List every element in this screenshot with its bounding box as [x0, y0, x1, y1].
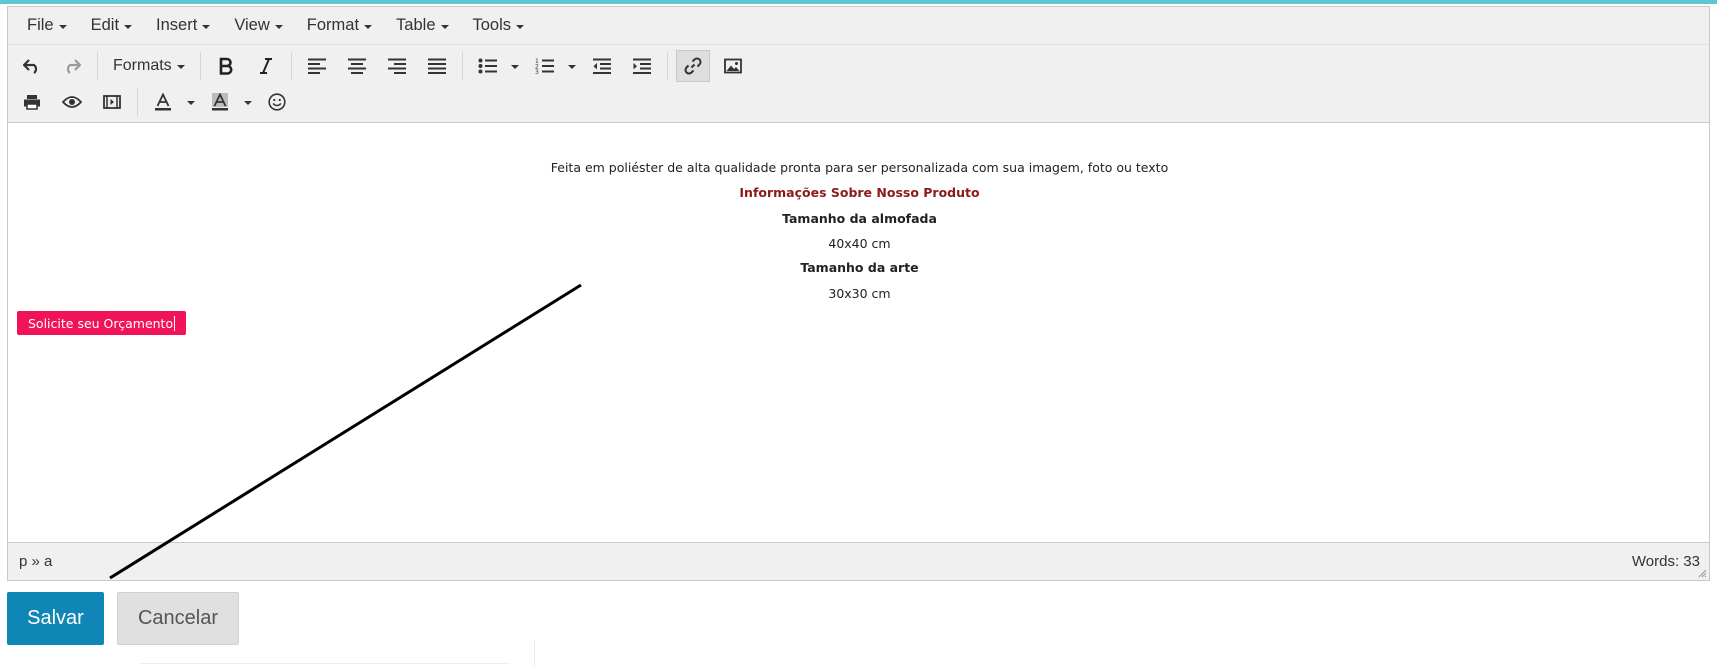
toolbar: Formats 1 2 3 — [8, 45, 1709, 123]
align-right-icon — [387, 58, 406, 74]
resize-handle-icon[interactable] — [1697, 568, 1707, 578]
toolbar-separator — [666, 52, 668, 80]
outdent-icon — [592, 58, 611, 74]
bullet-list-icon — [478, 58, 497, 74]
numbered-list-icon: 123 — [535, 58, 554, 75]
divider — [534, 640, 535, 666]
text-color-button[interactable] — [146, 86, 180, 118]
align-center-button[interactable] — [340, 50, 374, 82]
menu-tools[interactable]: Tools — [460, 16, 536, 35]
align-right-button[interactable] — [380, 50, 414, 82]
align-left-button[interactable] — [300, 50, 334, 82]
editor-content[interactable]: Feita em poliéster de alta qualidade pro… — [8, 123, 1709, 542]
caret-down-icon — [364, 24, 373, 29]
caret-down-icon — [243, 101, 252, 105]
align-justify-button[interactable] — [420, 50, 454, 82]
image-icon — [723, 58, 742, 74]
caret-down-icon — [186, 101, 195, 105]
undo-button[interactable] — [15, 50, 49, 82]
link-icon — [684, 57, 702, 75]
align-center-icon — [347, 58, 366, 74]
text-color-icon — [155, 93, 171, 111]
numbered-list-options[interactable] — [561, 50, 579, 82]
emoticons-button[interactable] — [260, 86, 294, 118]
redo-icon — [66, 59, 81, 74]
numbered-list-button[interactable]: 123 — [528, 50, 562, 82]
rich-text-editor: File Edit Insert View Format Table Tools… — [7, 6, 1710, 581]
formats-dropdown[interactable]: Formats — [103, 50, 195, 82]
cushion-size-heading: Tamanho da almofada — [782, 211, 937, 226]
cushion-size-value: 40x40 cm — [828, 236, 891, 251]
link-button[interactable] — [675, 50, 710, 82]
emoticon-icon — [268, 93, 286, 111]
toolbar-separator — [461, 52, 463, 80]
italic-icon — [259, 58, 272, 74]
toolbar-separator — [137, 88, 138, 116]
print-button[interactable] — [15, 86, 49, 118]
undo-icon — [23, 59, 38, 74]
media-button[interactable] — [95, 86, 129, 118]
toolbar-separator — [199, 52, 201, 80]
menu-file[interactable]: File — [14, 16, 78, 35]
menu-edit[interactable]: Edit — [78, 16, 143, 35]
image-button[interactable] — [716, 50, 750, 82]
caret-down-icon — [124, 24, 133, 29]
menu-table[interactable]: Table — [383, 16, 459, 35]
bullet-list-button[interactable] — [471, 50, 505, 82]
caret-down-icon — [516, 24, 525, 29]
preview-button[interactable] — [55, 86, 89, 118]
divider — [140, 663, 510, 664]
caret-down-icon — [176, 65, 185, 69]
caret-down-icon — [440, 24, 449, 29]
print-icon — [24, 95, 40, 110]
art-size-value: 30x30 cm — [828, 286, 891, 301]
text-color-options[interactable] — [179, 86, 197, 118]
caret-down-icon — [274, 24, 283, 29]
bold-button[interactable] — [209, 50, 243, 82]
italic-button[interactable] — [249, 50, 283, 82]
menu-format[interactable]: Format — [294, 16, 383, 35]
caret-down-icon — [511, 65, 520, 69]
redo-button[interactable] — [55, 50, 89, 82]
word-count: Words: 33 — [1631, 553, 1700, 570]
preview-icon — [62, 96, 82, 108]
svg-text:3: 3 — [535, 69, 539, 75]
toolbar-separator — [290, 52, 292, 80]
background-color-options[interactable] — [236, 86, 254, 118]
bold-icon — [219, 57, 233, 75]
top-accent-strip — [0, 0, 1717, 4]
text-cursor — [174, 315, 176, 331]
menu-bar: File Edit Insert View Format Table Tools — [8, 7, 1709, 45]
element-path[interactable]: p » a — [19, 553, 52, 570]
indent-icon — [632, 58, 651, 74]
outdent-button[interactable] — [585, 50, 619, 82]
toolbar-separator — [97, 52, 98, 80]
toolbar-row-2 — [8, 84, 1709, 120]
bullet-list-options[interactable] — [504, 50, 522, 82]
menu-insert[interactable]: Insert — [143, 16, 221, 35]
background-color-button[interactable] — [203, 86, 237, 118]
background-color-icon — [212, 93, 228, 111]
request-quote-link[interactable]: Solicite seu Orçamento — [17, 311, 187, 335]
cancel-button[interactable]: Cancelar — [117, 592, 239, 645]
indent-button[interactable] — [625, 50, 659, 82]
art-size-heading: Tamanho da arte — [800, 260, 919, 275]
align-left-icon — [307, 58, 326, 74]
caret-down-icon — [568, 65, 577, 69]
menu-view[interactable]: View — [221, 16, 293, 35]
save-button[interactable]: Salvar — [7, 592, 104, 645]
status-bar: p » a Words: 33 — [8, 542, 1709, 580]
toolbar-row-1: Formats 1 2 3 — [8, 48, 1709, 84]
media-icon — [103, 95, 121, 109]
info-heading: Informações Sobre Nosso Produto — [739, 185, 980, 200]
caret-down-icon — [202, 24, 211, 29]
product-description: Feita em poliéster de alta qualidade pro… — [550, 160, 1169, 175]
align-justify-icon — [427, 58, 446, 74]
caret-down-icon — [58, 24, 67, 29]
